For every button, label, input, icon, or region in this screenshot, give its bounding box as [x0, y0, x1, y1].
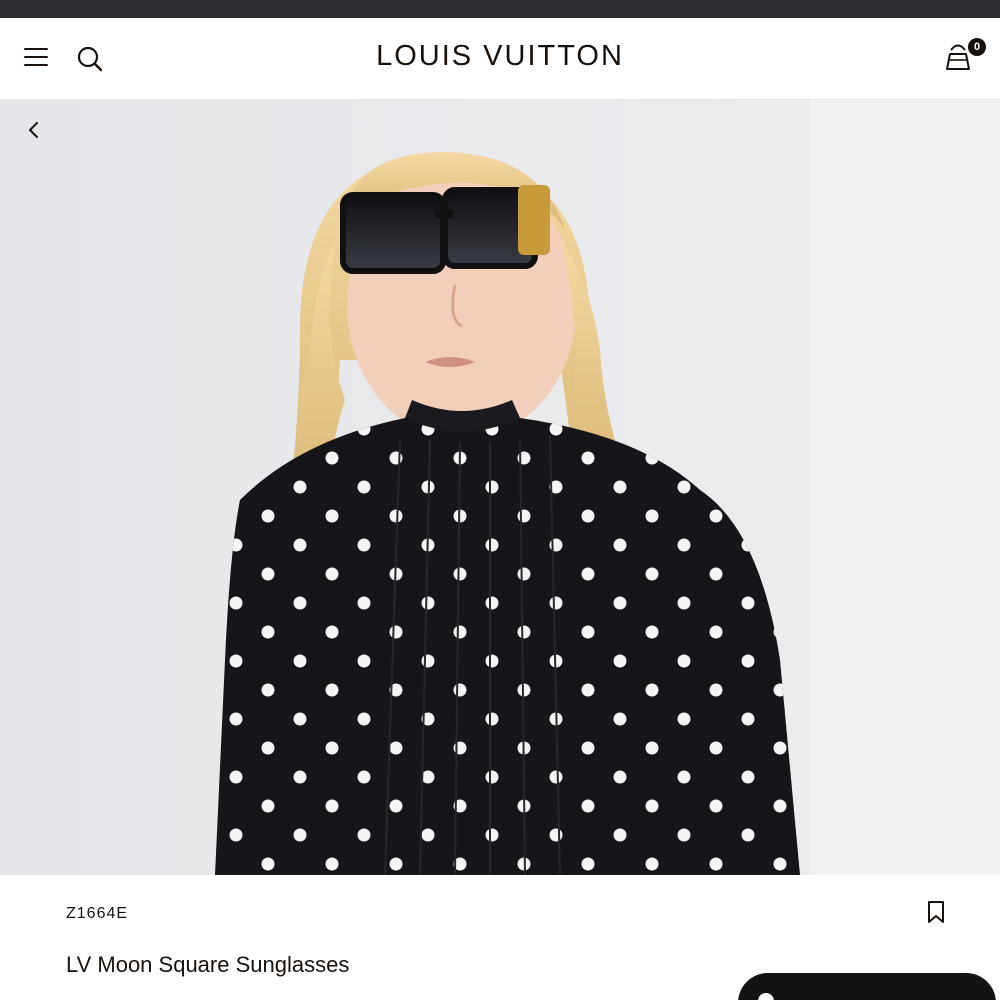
product-hero-image	[0, 100, 1000, 875]
wishlist-button[interactable]	[924, 899, 948, 925]
model-photo	[0, 100, 810, 875]
floating-action-button[interactable]	[738, 973, 996, 1000]
site-header: LOUIS VUITTON 0	[0, 18, 1000, 100]
floating-button-icon	[758, 993, 774, 1000]
cart-button[interactable]: 0	[940, 38, 986, 78]
cart-count-badge: 0	[968, 38, 986, 56]
bookmark-icon	[928, 901, 944, 923]
product-info: Z1664E LV Moon Square Sunglasses	[0, 875, 1000, 1000]
hero-background	[810, 100, 1000, 875]
status-strip	[0, 0, 1000, 18]
back-button[interactable]	[22, 118, 46, 142]
brand-logo[interactable]: LOUIS VUITTON	[0, 40, 1000, 73]
product-sku: Z1664E	[66, 905, 129, 922]
product-title: LV Moon Square Sunglasses	[66, 952, 350, 977]
chevron-left-icon	[29, 122, 38, 138]
